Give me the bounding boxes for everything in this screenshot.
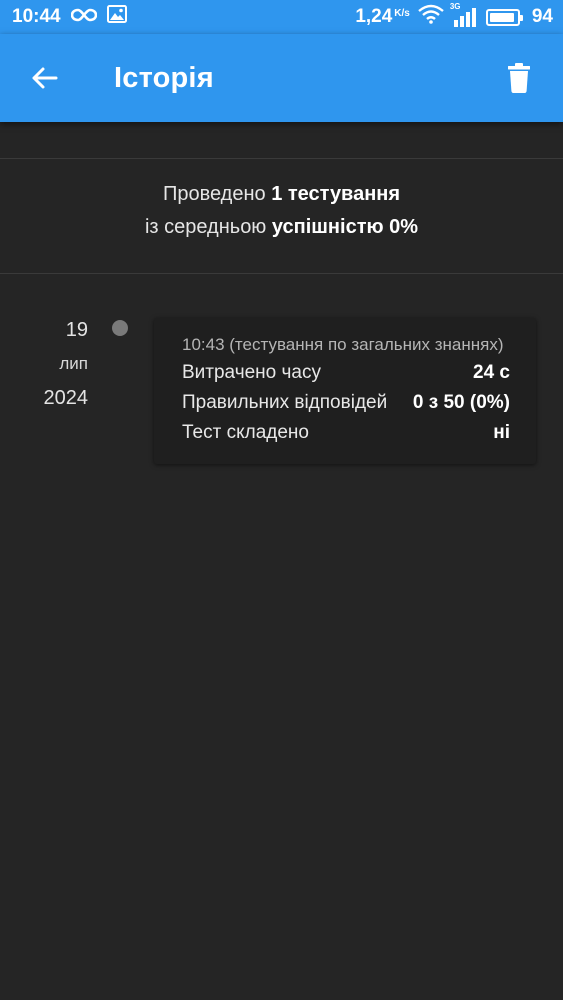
- test-title: 10:43 (тестування по загальних знаннях): [182, 335, 504, 354]
- back-button[interactable]: [16, 50, 72, 106]
- divider-bottom: [0, 273, 563, 274]
- battery-icon: [485, 8, 523, 26]
- trash-icon: [508, 63, 530, 93]
- date-year: 2024: [43, 387, 89, 409]
- delete-history-button[interactable]: [495, 50, 543, 106]
- status-time: 10:44: [12, 6, 61, 27]
- timeline-dot: [112, 320, 128, 336]
- wifi-icon: [418, 4, 444, 30]
- arrow-left-icon: [32, 67, 58, 89]
- history-date: 19 лип 2024: [20, 316, 89, 412]
- history-card[interactable]: 10:43 (тестування по загальних знаннях) …: [154, 318, 536, 464]
- page-title: Історія: [114, 61, 214, 94]
- image-icon: [106, 5, 127, 29]
- net-speed: 1,24 K/s: [355, 6, 410, 27]
- row-correct-answers: Правильних відповідей 0 з 50 (0%): [182, 388, 510, 418]
- row-value: 0 з 50 (0%): [412, 392, 510, 413]
- history-summary: Проведено 1 тестування із середньою успі…: [0, 178, 563, 244]
- summary-line-1: Проведено 1 тестування: [162, 183, 401, 205]
- status-bar: 10:44 1,24 K/s 3G 94: [0, 0, 563, 34]
- row-value: ні: [493, 422, 510, 443]
- divider-top: [0, 158, 563, 159]
- row-time-spent: Витрачено часу 24 с: [182, 358, 510, 388]
- date-day: 19: [65, 319, 88, 341]
- summary-line-2: із середньою успішністю 0%: [144, 216, 419, 238]
- date-month: лип: [59, 354, 88, 373]
- row-test-passed: Тест складено ні: [182, 418, 510, 448]
- row-label: Тест складено: [182, 422, 309, 443]
- row-label: Витрачено часу: [182, 362, 321, 383]
- row-value: 24 с: [473, 362, 510, 383]
- battery-level: 94: [531, 6, 553, 27]
- infinity-icon: [70, 6, 97, 28]
- app-bar: Історія: [0, 34, 563, 122]
- row-label: Правильних відповідей: [182, 392, 388, 413]
- signal-icon: 3G: [450, 2, 478, 27]
